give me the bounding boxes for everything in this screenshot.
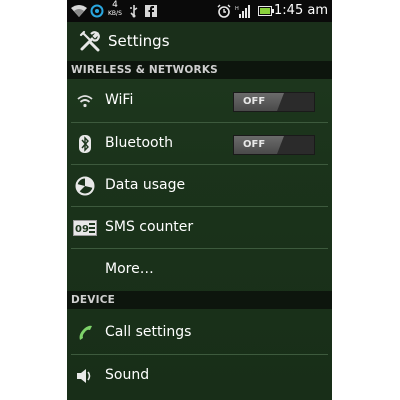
wifi-icon <box>75 91 95 111</box>
settings-item-sound[interactable]: Sound <box>67 355 332 396</box>
section-label: DEVICE <box>71 294 115 306</box>
title-bar: Settings <box>67 22 332 61</box>
sync-icon <box>90 3 104 19</box>
sms-counter-icon: 09 <box>73 218 97 238</box>
data-usage-icon <box>75 176 95 196</box>
bluetooth-toggle[interactable]: OFF <box>233 135 315 155</box>
section-label: WIRELESS & NETWORKS <box>71 64 218 76</box>
toggle-state: OFF <box>243 96 266 107</box>
settings-item-call-settings[interactable]: Call settings <box>67 312 332 353</box>
bluetooth-icon <box>75 134 95 154</box>
section-header-wireless: WIRELESS & NETWORKS <box>67 61 332 79</box>
settings-screen: 4 KB/S H 1:45 am Settings WIRELESS & NET… <box>67 0 332 400</box>
usb-icon <box>127 3 141 19</box>
alarm-icon <box>217 3 231 19</box>
settings-item-data-usage[interactable]: Data usage <box>67 165 332 206</box>
settings-item-label: Sound <box>105 367 150 383</box>
wrench-screwdriver-icon[interactable] <box>79 30 101 56</box>
settings-item-more[interactable]: More… <box>67 249 332 290</box>
settings-item-wifi[interactable]: WiFi OFF <box>67 80 332 121</box>
wifi-icon <box>71 3 87 19</box>
wifi-toggle[interactable]: OFF <box>233 92 315 112</box>
settings-item-label: Bluetooth <box>105 135 173 151</box>
settings-item-label: WiFi <box>105 92 134 108</box>
network-speed: 4 KB/S <box>108 0 122 18</box>
settings-item-bluetooth[interactable]: Bluetooth OFF <box>67 123 332 164</box>
speaker-icon <box>75 366 95 386</box>
clock: 1:45 am <box>274 3 328 18</box>
page-title: Settings <box>108 32 170 50</box>
speed-value: 4 <box>112 0 118 10</box>
phone-icon <box>75 323 95 343</box>
sms-counter-icon-text: 09 <box>75 224 89 235</box>
svg-text:H: H <box>235 6 239 12</box>
status-bar: 4 KB/S H 1:45 am <box>67 0 332 22</box>
speed-unit: KB/S <box>108 10 122 17</box>
section-header-device: DEVICE <box>67 291 332 309</box>
facebook-icon <box>145 3 157 19</box>
signal-icon: H <box>235 3 253 19</box>
settings-item-sms-counter[interactable]: 09 SMS counter <box>67 207 332 248</box>
toggle-state: OFF <box>243 139 266 150</box>
settings-item-label: More… <box>105 261 154 277</box>
settings-item-label: Call settings <box>105 324 192 340</box>
settings-item-label: SMS counter <box>105 219 194 235</box>
battery-icon <box>258 3 274 19</box>
settings-item-label: Data usage <box>105 177 186 193</box>
